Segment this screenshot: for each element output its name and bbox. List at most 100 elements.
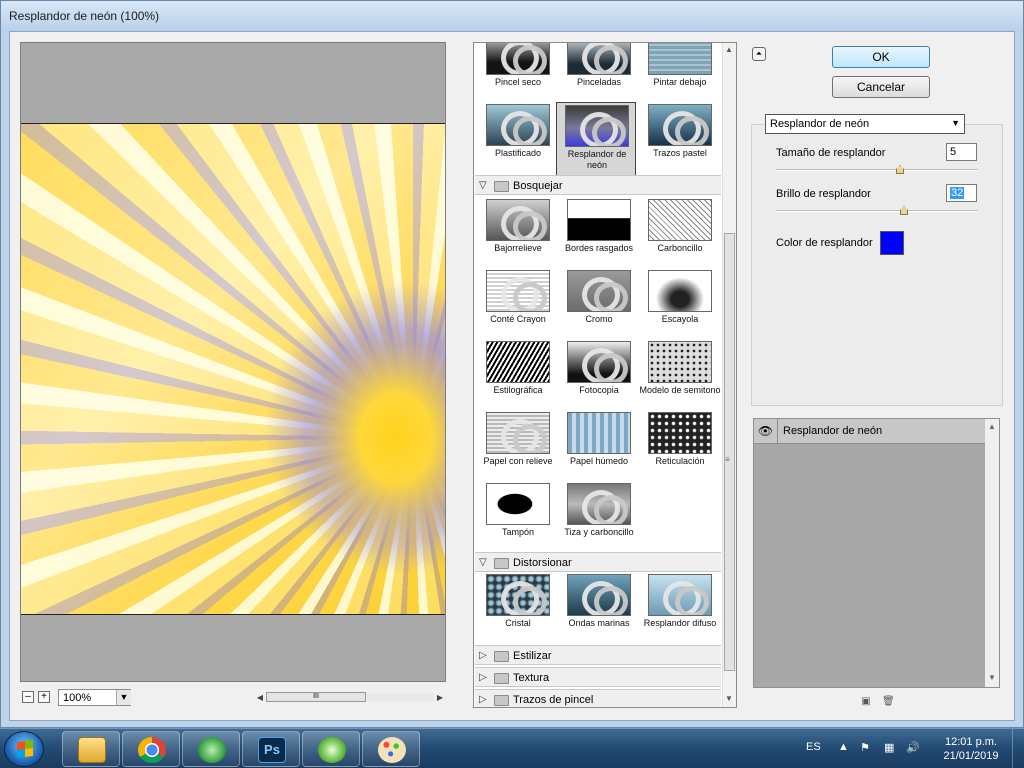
filter-gallery-list[interactable]: Pincel seco Pinceladas Pintar debajo Pla… (473, 42, 737, 708)
filter-thumb-modelo-de-semitono[interactable]: Modelo de semitono (639, 341, 721, 407)
glow-brightness-slider[interactable] (776, 206, 978, 216)
gallery-vertical-scrollbar[interactable]: ▲ ≡ ▼ (722, 43, 736, 707)
new-layer-icon[interactable]: ▣ (860, 696, 872, 708)
filter-thumb-bordes-rasgados[interactable]: Bordes rasgados (562, 199, 636, 265)
filter-thumb-tiza-y-carboncillo[interactable]: Tiza y carboncillo (562, 483, 636, 549)
scroll-left-icon[interactable]: ◀ (254, 691, 266, 704)
start-button[interactable] (4, 731, 44, 767)
layers-vertical-scrollbar[interactable]: ▲ ▼ (985, 419, 999, 687)
filter-thumb-fotocopia[interactable]: Fotocopia (562, 341, 636, 407)
effect-layer-row[interactable]: 👁 Resplandor de neón (754, 419, 985, 444)
filter-thumb-conte-crayon[interactable]: Conté Crayon (481, 270, 555, 336)
taskbar-paint[interactable] (362, 731, 420, 767)
filter-thumb-cristal[interactable]: Cristal (481, 574, 555, 640)
category-textura[interactable]: ▷ Textura (475, 667, 721, 687)
filter-preview-image (648, 574, 712, 616)
category-name: Distorsionar (513, 557, 572, 569)
tray-expand-icon[interactable]: ▲ (838, 741, 849, 753)
filter-select[interactable]: Resplandor de neón ▼ (765, 114, 965, 134)
category-bosquejar[interactable]: ▽ Bosquejar (475, 175, 721, 195)
slider-handle[interactable] (896, 165, 904, 174)
filter-preview-image (567, 270, 631, 312)
collapsed-triangle-icon[interactable]: ▷ (479, 650, 487, 661)
preview-horizontal-scrollbar[interactable]: ◀ III ▶ (254, 691, 446, 704)
title-bar[interactable]: Resplandor de neón (100%) (1, 1, 1023, 31)
filter-preview-image (648, 43, 712, 75)
filter-gallery-window: Resplandor de neón (100%) – + 100% ▼ ◀ I… (0, 0, 1024, 728)
filter-thumb-tampon[interactable]: Tampón (481, 483, 555, 549)
taskbar-network[interactable] (182, 731, 240, 767)
folder-icon (494, 558, 509, 569)
glow-color-swatch[interactable] (880, 231, 904, 255)
glow-color-label: Color de resplandor (776, 237, 873, 249)
slider-track[interactable] (776, 169, 978, 171)
clock-date: 21/01/2019 (943, 750, 999, 762)
filter-thumb-resplandor-difuso[interactable]: Resplandor difuso (643, 574, 717, 640)
show-desktop-button[interactable] (1012, 729, 1024, 768)
scroll-up-icon[interactable]: ▲ (725, 45, 733, 54)
dialog-body: – + 100% ▼ ◀ III ▶ Pincel seco Pincelada… (9, 31, 1015, 721)
filter-thumb-ondas-marinas[interactable]: Ondas marinas (562, 574, 636, 640)
glow-size-input[interactable]: 5 (946, 143, 977, 161)
collapse-gallery-button[interactable]: ⏶ (752, 47, 766, 61)
filter-thumb-reticulacion[interactable]: Reticulación (643, 412, 717, 478)
volume-icon[interactable]: 🔊 (906, 741, 920, 754)
scroll-right-icon[interactable]: ▶ (434, 691, 446, 704)
clock[interactable]: 12:01 p.m. 21/01/2019 (936, 735, 1006, 763)
filter-thumb-trazos-pastel[interactable]: Trazos pastel (643, 104, 717, 170)
chevron-down-icon[interactable]: ▼ (951, 118, 960, 128)
filter-thumb-estilografica[interactable]: Estilográfica (481, 341, 555, 407)
glow-size-slider[interactable] (776, 165, 978, 175)
zoom-in-button[interactable]: + (38, 691, 50, 703)
filter-label: Ondas marinas (568, 618, 630, 628)
window-title: Resplandor de neón (100%) (9, 9, 160, 23)
cancel-button[interactable]: Cancelar (832, 76, 930, 98)
taskbar-explorer[interactable] (62, 731, 120, 767)
scroll-thumb[interactable]: III (266, 692, 366, 702)
filter-thumb-carboncillo[interactable]: Carboncillo (643, 199, 717, 265)
folder-icon (494, 181, 509, 192)
preview-pane[interactable] (20, 42, 446, 682)
filter-thumb-cromo[interactable]: Cromo (562, 270, 636, 336)
filter-thumb-plastificado[interactable]: Plastificado (481, 104, 555, 170)
trash-icon[interactable]: 🗑 (882, 696, 895, 708)
expanded-triangle-icon[interactable]: ▽ (479, 180, 487, 191)
taskbar-chrome[interactable] (122, 731, 180, 767)
network-status-icon[interactable]: ▦ (884, 741, 894, 754)
filter-preview-image (567, 43, 631, 75)
scroll-down-icon[interactable]: ▼ (725, 694, 733, 703)
glow-size-value: 5 (950, 146, 957, 158)
filter-label: Escayola (661, 314, 699, 324)
filter-thumb-pintar-debajo[interactable]: Pintar debajo (643, 43, 717, 99)
filter-thumb-pincel-seco[interactable]: Pincel seco (481, 43, 555, 99)
action-center-icon[interactable]: ⚑ (860, 741, 870, 754)
category-estilizar[interactable]: ▷ Estilizar (475, 645, 721, 665)
taskbar-archive[interactable] (302, 731, 360, 767)
language-indicator[interactable]: ES (806, 741, 821, 753)
scroll-up-icon[interactable]: ▲ (988, 422, 996, 431)
filter-thumb-escayola[interactable]: Escayola (643, 270, 717, 336)
filter-thumb-papel-humedo[interactable]: Papel húmedo (562, 412, 636, 478)
filter-thumb-resplandor-de-neon[interactable]: Resplandor de neón (556, 102, 636, 178)
category-distorsionar[interactable]: ▽ Distorsionar (475, 552, 721, 572)
eye-icon[interactable]: 👁 (754, 419, 778, 443)
filter-label: Pinceladas (576, 77, 622, 87)
preview-image[interactable] (21, 123, 445, 615)
filter-preview-image (648, 104, 712, 146)
glow-brightness-input[interactable]: 32 (946, 184, 977, 202)
taskbar-photoshop[interactable]: Ps (242, 731, 300, 767)
zoom-out-button[interactable]: – (22, 691, 34, 703)
expanded-triangle-icon[interactable]: ▽ (479, 557, 487, 568)
chevron-down-icon[interactable]: ▼ (116, 690, 131, 705)
slider-track[interactable] (776, 210, 978, 212)
ok-button[interactable]: OK (832, 46, 930, 68)
filter-thumb-pinceladas[interactable]: Pinceladas (562, 43, 636, 99)
scroll-thumb[interactable] (724, 233, 735, 671)
category-trazos-de-pincel[interactable]: ▷ Trazos de pincel (475, 689, 721, 707)
scroll-down-icon[interactable]: ▼ (988, 673, 996, 682)
collapsed-triangle-icon[interactable]: ▷ (479, 672, 487, 683)
filter-thumb-bajorrelieve[interactable]: Bajorrelieve (481, 199, 555, 265)
filter-thumb-papel-con-relieve[interactable]: Papel con relieve (481, 412, 555, 478)
slider-handle[interactable] (900, 206, 908, 215)
collapsed-triangle-icon[interactable]: ▷ (479, 694, 487, 705)
